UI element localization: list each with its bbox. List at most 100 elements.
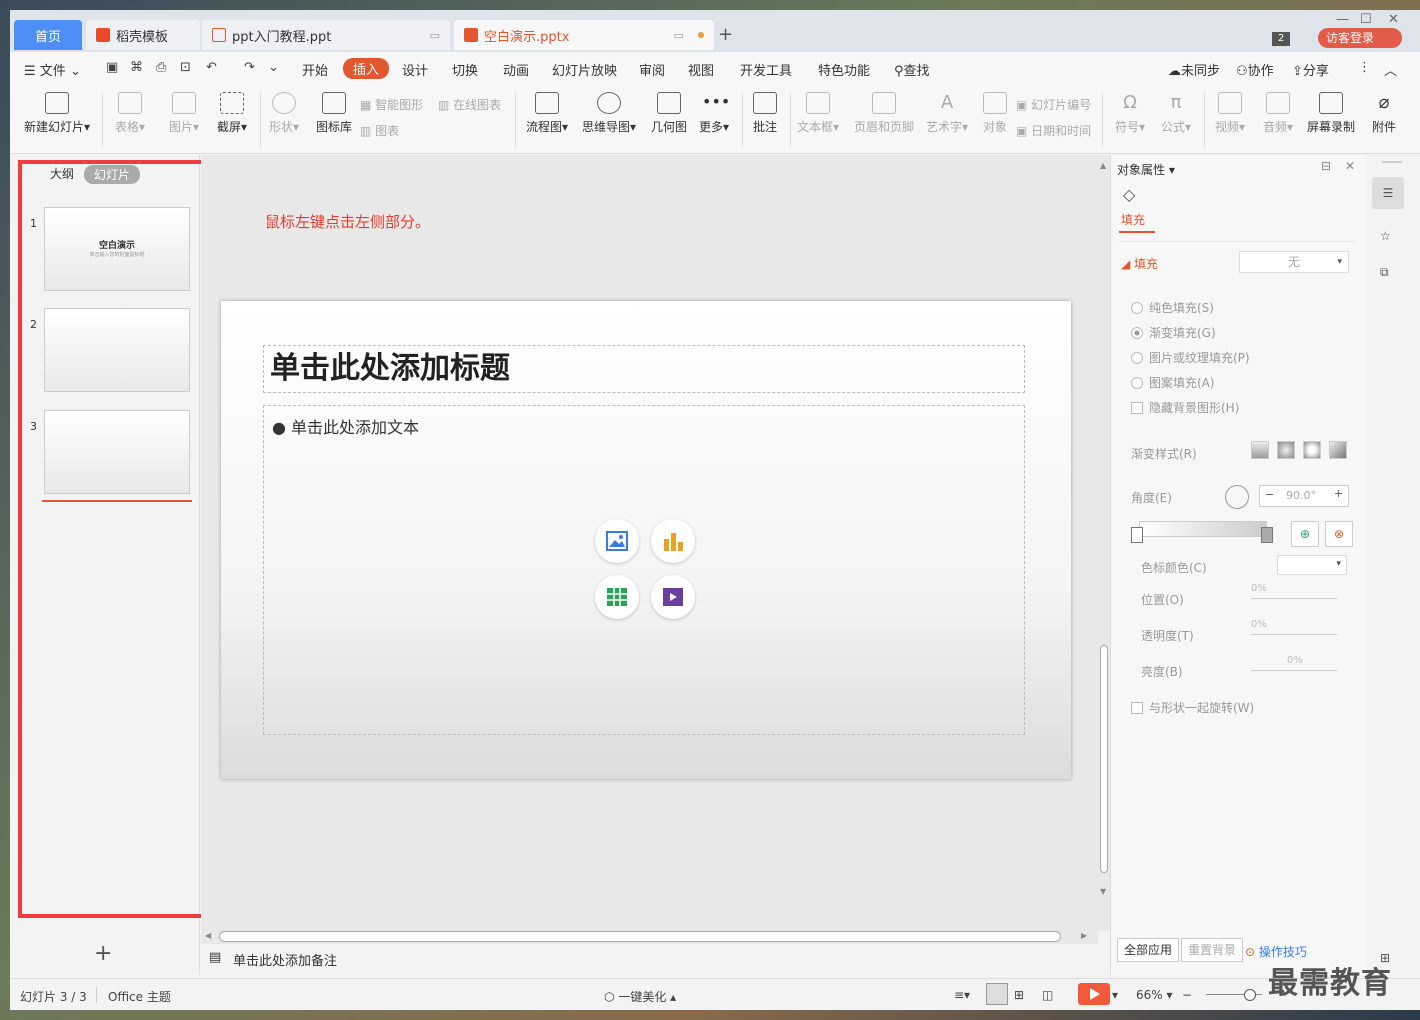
gradient-path-swatch[interactable]: [1329, 441, 1347, 459]
scroll-down-icon[interactable]: ▼: [1100, 887, 1106, 896]
textbox-button[interactable]: 文本框▾: [796, 92, 840, 135]
play-slideshow-button[interactable]: [1078, 983, 1110, 1005]
transparency-slider[interactable]: [1251, 634, 1337, 635]
stop-color-select[interactable]: ▾: [1277, 555, 1347, 575]
collab-button[interactable]: ⚇协作: [1236, 60, 1274, 79]
play-options-icon[interactable]: ▾: [1112, 988, 1118, 1002]
symbol-button[interactable]: Ω 符号▾: [1110, 92, 1150, 135]
fill-tab[interactable]: 填充: [1121, 211, 1145, 228]
menu-view[interactable]: 视图: [688, 60, 714, 79]
brightness-slider[interactable]: [1251, 670, 1337, 671]
tab-active-doc[interactable]: 空白演示.pptx ▭: [454, 20, 714, 50]
print-preview-icon[interactable]: ⊡: [180, 60, 191, 75]
menu-animation[interactable]: 动画: [503, 60, 529, 79]
gradient-bar[interactable]: [1139, 521, 1267, 537]
menu-review[interactable]: 审阅: [639, 60, 665, 79]
scroll-left-icon[interactable]: ◀: [205, 931, 211, 940]
shape-button[interactable]: 形状▾: [264, 92, 304, 135]
insert-video-button[interactable]: [651, 575, 695, 619]
panel-close-icon[interactable]: ✕: [1345, 159, 1355, 173]
search-command[interactable]: ⚲查找: [894, 60, 930, 79]
fill-type-select[interactable]: 无 ▾: [1239, 251, 1349, 273]
new-slide-button[interactable]: 新建幻灯片▾: [22, 92, 92, 135]
picture-fill-option[interactable]: 图片或纹理填充(P): [1131, 349, 1250, 366]
insert-picture-button[interactable]: [595, 519, 639, 563]
position-slider[interactable]: [1251, 598, 1337, 599]
online-chart-button[interactable]: ▥ 在线图表: [438, 96, 501, 113]
reset-bg-button[interactable]: 重置背景: [1181, 938, 1244, 962]
quick-access-dropdown-icon[interactable]: ⌄: [268, 60, 279, 75]
attachment-button[interactable]: ⌀ 附件: [1372, 92, 1396, 135]
share-button[interactable]: ⇪分享: [1292, 60, 1329, 79]
mindmap-button[interactable]: 思维导图▾: [580, 92, 638, 135]
decrement-icon[interactable]: −: [1265, 488, 1274, 501]
remove-stop-icon[interactable]: ⊗: [1325, 521, 1353, 547]
monitor-icon[interactable]: ▭: [674, 29, 684, 42]
minimize-icon[interactable]: —: [1336, 12, 1349, 27]
menu-design[interactable]: 设计: [402, 60, 428, 79]
file-menu[interactable]: ☰ 文件 ⌄: [24, 60, 81, 79]
vertical-scrollbar[interactable]: ▲ ▼: [1098, 155, 1110, 930]
tab-daoke[interactable]: 稻壳模板: [86, 20, 200, 50]
insert-table-button[interactable]: [595, 575, 639, 619]
theme-name[interactable]: Office 主题: [108, 988, 171, 1005]
table-button[interactable]: 表格▾: [110, 92, 150, 135]
selection-pane-icon[interactable]: ⧉: [1380, 265, 1389, 280]
normal-view-icon[interactable]: [986, 983, 1008, 1005]
insert-chart-button[interactable]: [651, 519, 695, 563]
menu-features[interactable]: 特色功能: [818, 60, 870, 79]
scroll-right-icon[interactable]: ▶: [1081, 931, 1087, 940]
rotate-with-shape-checkbox[interactable]: 与形状一起旋转(W): [1131, 699, 1254, 716]
slide-sorter-icon[interactable]: ⊞: [1014, 988, 1024, 1002]
zoom-slider-thumb[interactable]: [1244, 989, 1256, 1001]
gradient-fill-option[interactable]: 渐变填充(G): [1131, 324, 1216, 341]
menu-developer[interactable]: 开发工具: [740, 60, 792, 79]
gradient-rect-swatch[interactable]: [1303, 441, 1321, 459]
scroll-up-icon[interactable]: ▲: [1100, 161, 1106, 170]
formula-button[interactable]: π 公式▾: [1156, 92, 1196, 135]
zoom-level[interactable]: 66% ▾: [1136, 988, 1173, 1002]
more-button[interactable]: ••• 更多▾: [696, 92, 732, 135]
lock-icon[interactable]: ⊟: [1321, 159, 1331, 173]
monitor-icon[interactable]: ▭: [430, 29, 440, 42]
notification-count[interactable]: 2: [1272, 32, 1290, 46]
apply-all-button[interactable]: 全部应用: [1117, 938, 1180, 962]
hide-bg-checkbox[interactable]: 隐藏背景图形(H): [1131, 399, 1239, 416]
zoom-out-icon[interactable]: −: [1182, 988, 1192, 1002]
angle-dial-icon[interactable]: [1225, 485, 1249, 509]
chart-button[interactable]: ▥ 图表: [360, 122, 399, 139]
horizontal-scrollbar[interactable]: ◀ ▶: [201, 930, 1098, 944]
sync-status[interactable]: ☁未同步: [1168, 60, 1220, 79]
geometry-button[interactable]: 几何图: [648, 92, 690, 135]
horizontal-scroll-thumb[interactable]: [219, 931, 1061, 942]
body-placeholder[interactable]: ● 单击此处添加文本: [263, 405, 1025, 735]
reading-view-icon[interactable]: ◫: [1042, 988, 1053, 1002]
screenshot-button[interactable]: 截屏▾: [210, 92, 254, 135]
comment-button[interactable]: 批注: [748, 92, 782, 135]
screen-record-button[interactable]: 屏幕录制: [1304, 92, 1358, 135]
animation-star-icon[interactable]: ☆: [1380, 229, 1391, 243]
slide-number-button[interactable]: ▣ 幻灯片编号: [1016, 96, 1091, 113]
notes-toggle-icon[interactable]: ≡▾: [954, 988, 970, 1002]
guest-login-button[interactable]: 访客登录: [1318, 28, 1402, 48]
smart-shape-button[interactable]: ▦ 智能图形: [360, 96, 423, 113]
new-tab-plus-icon[interactable]: +: [718, 24, 733, 45]
flowchart-button[interactable]: 流程图▾: [522, 92, 572, 135]
print-icon[interactable]: ⎙: [156, 60, 166, 75]
audio-button[interactable]: 音频▾: [1258, 92, 1298, 135]
pattern-fill-option[interactable]: 图案填充(A): [1131, 374, 1215, 391]
gradient-linear-swatch[interactable]: [1251, 441, 1269, 459]
title-placeholder[interactable]: 单击此处添加标题: [263, 345, 1025, 393]
beautify-button[interactable]: ⬡ 一键美化 ▴: [604, 988, 676, 1005]
increment-icon[interactable]: +: [1334, 487, 1343, 500]
vertical-scroll-thumb[interactable]: [1100, 645, 1108, 873]
object-button[interactable]: 对象: [980, 92, 1010, 135]
menu-slideshow[interactable]: 幻灯片放映: [552, 60, 617, 79]
maximize-icon[interactable]: ☐: [1360, 12, 1372, 27]
wordart-button[interactable]: A 艺术字▾: [924, 92, 970, 135]
undo-icon[interactable]: ↶: [206, 60, 217, 75]
panel-title[interactable]: 对象属性 ▾: [1117, 161, 1175, 178]
angle-stepper[interactable]: − 90.0° +: [1259, 485, 1349, 507]
menu-insert[interactable]: 插入: [343, 58, 390, 79]
collapse-ribbon-icon[interactable]: ︿: [1384, 60, 1397, 79]
